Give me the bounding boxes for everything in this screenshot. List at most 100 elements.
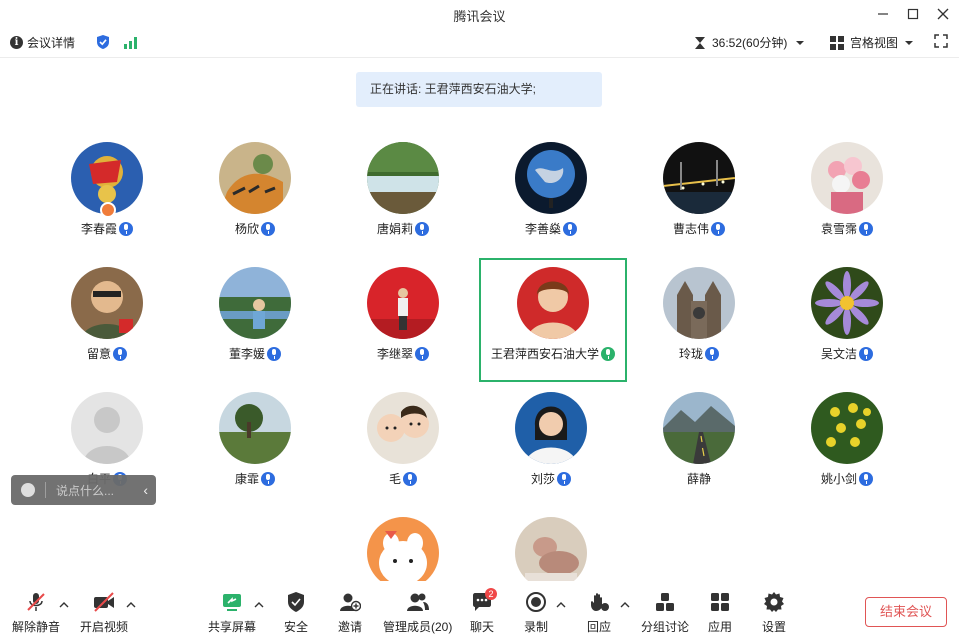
record-options-chevron-up-icon[interactable] <box>556 600 566 610</box>
meeting-details-label: 会议详情 <box>27 36 76 50</box>
grid-view-icon <box>830 35 844 50</box>
muted-microphone-icon <box>23 590 49 614</box>
security-label: 安全 <box>283 620 308 634</box>
chevron-down-icon <box>796 40 805 45</box>
participant-tile[interactable]: 李春霞 <box>33 134 181 258</box>
title-bar: 腾讯会议 <box>0 0 959 28</box>
meeting-info-bar: i 会议详情 36:52(60分钟) 宫格视图 <box>0 28 959 58</box>
participant-avatar <box>811 392 883 464</box>
network-signal-icon[interactable] <box>124 37 138 49</box>
share-screen-button[interactable]: 共享屏幕 <box>208 590 256 635</box>
participant-tile[interactable]: 玲珑 <box>625 259 773 383</box>
info-icon: i <box>10 36 23 49</box>
reactions-label: 回应 <box>586 620 611 634</box>
video-options-chevron-up-icon[interactable] <box>126 600 136 610</box>
fullscreen-button[interactable] <box>934 34 948 48</box>
invite-button[interactable]: 邀请 <box>337 590 363 635</box>
participant-tile[interactable]: 杨欣 <box>181 134 329 258</box>
maximize-button[interactable] <box>903 4 923 24</box>
participant-tile[interactable]: 曹志伟 <box>625 134 773 258</box>
participant-name: 曹志伟 <box>672 222 709 236</box>
security-button[interactable]: 安全 <box>283 590 309 635</box>
microphone-icon <box>705 347 719 361</box>
participant-tile[interactable]: 李继翠 <box>329 259 477 383</box>
view-mode-label: 宫格视图 <box>850 36 899 50</box>
participant-tile[interactable]: 袁雪霈 <box>773 134 921 258</box>
participant-tile[interactable]: 留意 <box>33 259 181 383</box>
share-screen-icon <box>219 590 245 614</box>
participant-name: 姚小剑 <box>820 472 857 486</box>
participant-name: 吴文洁 <box>820 347 857 361</box>
unread-count-badge: 2 <box>485 588 497 600</box>
share-options-chevron-up-icon[interactable] <box>254 600 264 610</box>
participant-name: 留意 <box>86 347 111 361</box>
microphone-icon <box>711 222 725 236</box>
settings-label: 设置 <box>761 620 786 634</box>
unmute-label: 解除静音 <box>12 620 61 634</box>
participant-tile[interactable]: 姚小剑 <box>773 384 921 508</box>
view-mode-selector[interactable]: 宫格视图 <box>830 34 914 51</box>
microphone-icon <box>859 222 873 236</box>
participant-avatar <box>367 517 439 581</box>
gear-icon <box>761 590 787 614</box>
settings-button[interactable]: 设置 <box>761 590 787 635</box>
raise-hand-icon <box>586 590 612 614</box>
breakout-rooms-button[interactable]: 分组讨论 <box>641 590 689 635</box>
security-shield-icon[interactable] <box>96 34 110 50</box>
participant-tile[interactable] <box>329 509 477 581</box>
reactions-options-chevron-up-icon[interactable] <box>620 600 630 610</box>
participant-tile[interactable]: 李善燊 <box>477 134 625 258</box>
close-icon <box>937 8 949 20</box>
participant-tile[interactable]: 刘莎 <box>477 384 625 508</box>
record-button[interactable]: 录制 <box>523 590 549 635</box>
participant-tile[interactable]: 董李媛 <box>181 259 329 383</box>
chat-label: 聊天 <box>469 620 494 634</box>
participant-tile[interactable] <box>477 509 625 581</box>
participant-avatar <box>71 267 143 339</box>
invite-label: 邀请 <box>337 620 362 634</box>
participant-name: 王君萍西安石油大学 <box>490 347 599 361</box>
active-speaker-banner: 正在讲话: 王君萍西安石油大学; <box>356 72 602 107</box>
meeting-timer[interactable]: 36:52(60分钟) <box>694 34 805 51</box>
participant-name: 康霏 <box>234 472 259 486</box>
breakout-rooms-icon <box>652 590 678 614</box>
participant-tile[interactable]: 唐娟莉 <box>329 134 477 258</box>
participant-avatar <box>811 267 883 339</box>
participant-tile-active-speaker[interactable]: 王君萍西安石油大学 <box>479 258 627 382</box>
manage-members-label: 管理成员(20) <box>383 620 453 634</box>
participant-avatar <box>219 392 291 464</box>
hourglass-icon <box>695 36 705 49</box>
chat-input-bubble[interactable]: 说点什么... ‹ <box>11 475 156 505</box>
end-meeting-button[interactable]: 结束会议 <box>865 597 947 627</box>
reactions-button[interactable]: 回应 <box>586 590 612 635</box>
audio-options-chevron-up-icon[interactable] <box>59 600 69 610</box>
participant-name: 李继翠 <box>376 347 413 361</box>
participant-name: 唐娟莉 <box>376 222 413 236</box>
apps-button[interactable]: 应用 <box>707 590 733 635</box>
participant-tile[interactable]: 毛 <box>329 384 477 508</box>
minimize-button[interactable] <box>873 4 893 24</box>
close-button[interactable] <box>933 4 953 24</box>
participant-tile[interactable]: 吴文洁 <box>773 259 921 383</box>
start-video-button[interactable]: 开启视频 <box>80 590 128 635</box>
participant-avatar <box>663 142 735 214</box>
chat-button[interactable]: 2 聊天 <box>469 588 497 635</box>
chevron-left-icon[interactable]: ‹ <box>143 482 148 498</box>
microphone-icon <box>415 347 429 361</box>
microphone-icon <box>261 472 275 486</box>
apps-icon <box>707 590 733 614</box>
participant-name: 袁雪霈 <box>820 222 857 236</box>
maximize-icon <box>907 8 919 20</box>
meeting-details-button[interactable]: i 会议详情 <box>10 34 75 51</box>
participant-tile[interactable]: 康霏 <box>181 384 329 508</box>
record-icon <box>523 590 549 614</box>
microphone-icon <box>267 347 281 361</box>
unmute-button[interactable]: 解除静音 <box>12 590 60 635</box>
microphone-icon <box>859 472 873 486</box>
manage-members-button[interactable]: 管理成员(20) <box>383 590 452 635</box>
participant-tile[interactable]: 薛静 <box>625 384 773 508</box>
participant-avatar <box>663 267 735 339</box>
emoji-icon[interactable] <box>21 483 35 497</box>
participant-avatar <box>663 392 735 464</box>
participant-name: 杨欣 <box>234 222 259 236</box>
